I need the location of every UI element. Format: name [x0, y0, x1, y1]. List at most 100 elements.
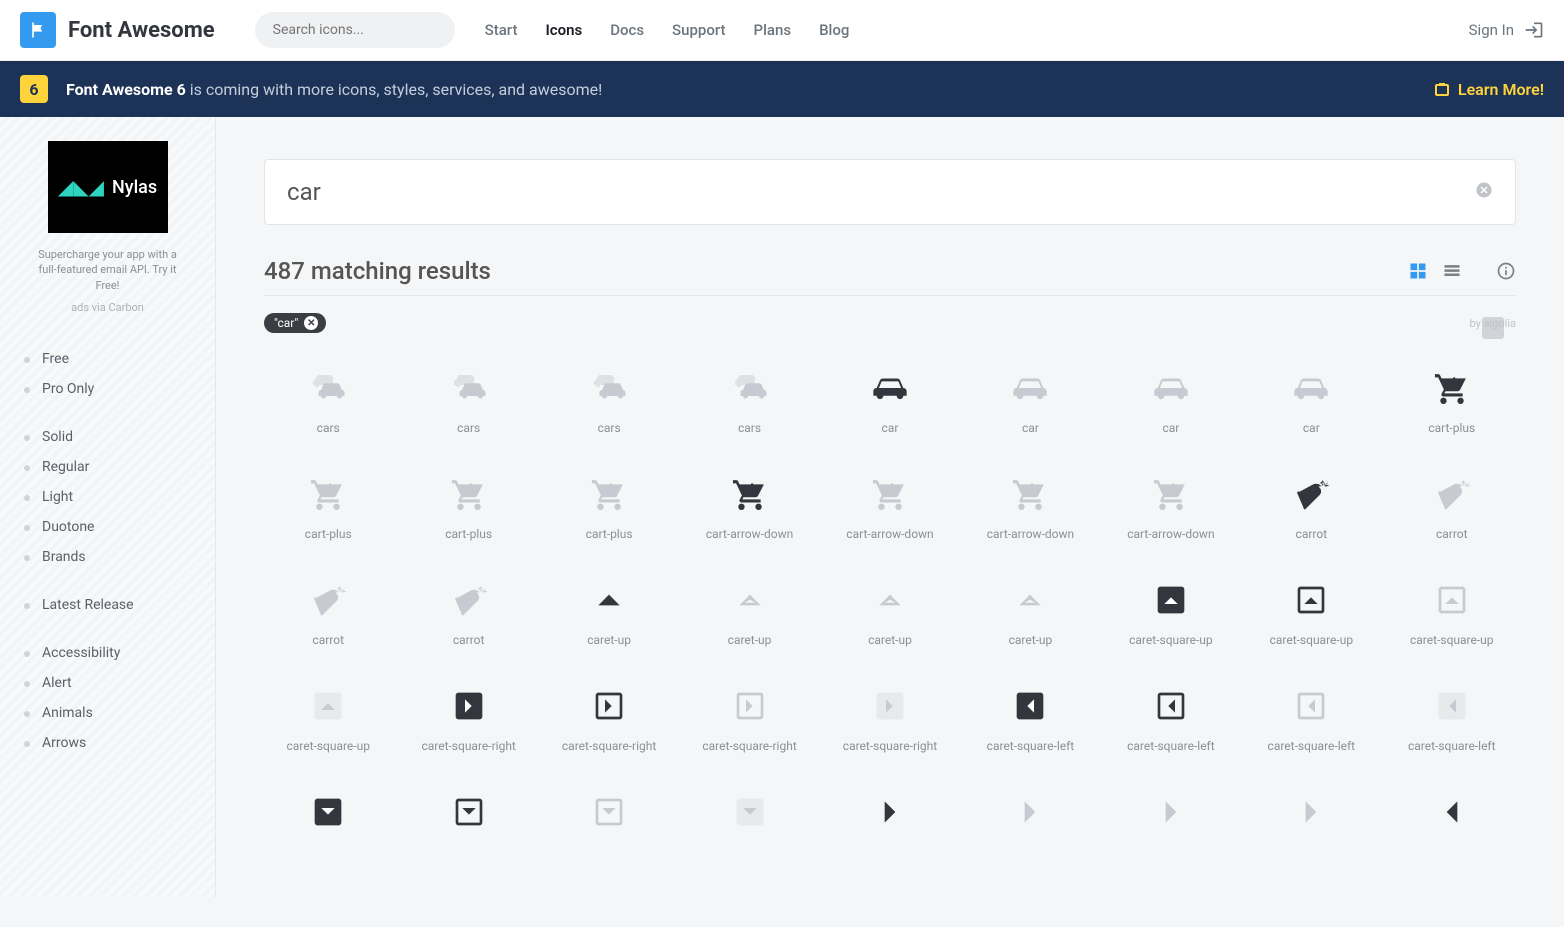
- icon-caret-square-up[interactable]: caret-square-up: [1247, 569, 1375, 657]
- icon-caret-square-left[interactable]: caret-square-left: [1107, 675, 1235, 763]
- icon-caret-square-left[interactable]: caret-square-left: [1388, 675, 1516, 763]
- icon-cart-arrow-down[interactable]: cart-arrow-down: [1107, 463, 1235, 551]
- banner-learn-more[interactable]: Learn More!: [1434, 80, 1544, 99]
- sponsor-ad[interactable]: ◢◣◢ Nylas: [48, 141, 168, 233]
- icon-caret-l[interactable]: [1388, 781, 1516, 855]
- icon-cart-arrow-down[interactable]: cart-arrow-down: [685, 463, 813, 551]
- icon-caret-square-up[interactable]: caret-square-up: [1107, 569, 1235, 657]
- icon-csq-d-f[interactable]: [685, 781, 813, 855]
- filter-tag[interactable]: "car" ✕: [264, 313, 326, 333]
- icon-csq-d[interactable]: [264, 781, 392, 855]
- icon-label: caret-square-left: [1251, 739, 1371, 753]
- nav-icons[interactable]: Icons: [545, 21, 582, 39]
- icon-search-input[interactable]: [287, 178, 1475, 206]
- icon-car[interactable]: car: [826, 357, 954, 445]
- icon-caret-square-right[interactable]: caret-square-right: [404, 675, 532, 763]
- icon-caret-r[interactable]: [1247, 781, 1375, 855]
- filter-animals[interactable]: Animals: [24, 698, 191, 728]
- icon-csq-d-o[interactable]: [404, 781, 532, 855]
- icon-caret-square-left[interactable]: caret-square-left: [966, 675, 1094, 763]
- csq-l-f-icon: [1392, 685, 1512, 727]
- caret-r-icon: [970, 791, 1090, 833]
- cart-plus-icon: [549, 473, 669, 515]
- icon-label: caret-square-up: [1392, 633, 1512, 647]
- list-view-icon[interactable]: [1442, 261, 1462, 281]
- icon-caret-r[interactable]: [1107, 781, 1235, 855]
- icon-caret-square-up[interactable]: caret-square-up: [1388, 569, 1516, 657]
- icon-cart-plus[interactable]: cart-plus: [404, 463, 532, 551]
- sponsor-via[interactable]: ads via Carbon: [0, 301, 215, 314]
- signin-link[interactable]: Sign In: [1469, 20, 1544, 40]
- icon-cars[interactable]: cars: [685, 357, 813, 445]
- icon-label: cart-plus: [549, 527, 669, 541]
- icon-cars[interactable]: cars: [264, 357, 392, 445]
- cart-arrow-icon: [689, 473, 809, 515]
- icon-carrot[interactable]: carrot: [1388, 463, 1516, 551]
- icon-search-box[interactable]: [264, 159, 1516, 225]
- icon-caret-square-right[interactable]: caret-square-right: [545, 675, 673, 763]
- nav-start[interactable]: Start: [485, 21, 518, 39]
- logo-icon[interactable]: [20, 12, 56, 48]
- header-search-input[interactable]: [273, 22, 451, 38]
- icon-caret-square-right[interactable]: caret-square-right: [685, 675, 813, 763]
- icon-car[interactable]: car: [1107, 357, 1235, 445]
- icon-caret-up[interactable]: caret-up: [545, 569, 673, 657]
- icon-cart-plus[interactable]: cart-plus: [545, 463, 673, 551]
- clear-search-icon[interactable]: [1475, 181, 1493, 204]
- filter-light[interactable]: Light: [24, 482, 191, 512]
- icon-cars[interactable]: cars: [545, 357, 673, 445]
- csq-d-o-icon: [408, 791, 528, 833]
- filter-pro-only[interactable]: Pro Only: [24, 374, 191, 404]
- filter-brands[interactable]: Brands: [24, 542, 191, 572]
- icon-caret-square-up[interactable]: caret-square-up: [264, 675, 392, 763]
- nav-blog[interactable]: Blog: [819, 21, 849, 39]
- filter-latest-release[interactable]: Latest Release: [24, 590, 191, 620]
- csq-l-icon: [970, 685, 1090, 727]
- icon-cart-plus[interactable]: cart-plus: [1388, 357, 1516, 445]
- icon-cart-plus[interactable]: cart-plus: [264, 463, 392, 551]
- nav-plans[interactable]: Plans: [754, 21, 792, 39]
- filter-accessibility[interactable]: Accessibility: [24, 638, 191, 668]
- caret-l-icon: [1392, 791, 1512, 833]
- caret-up-o-icon: [689, 579, 809, 621]
- icon-label: caret-square-right: [549, 739, 669, 753]
- filter-regular[interactable]: Regular: [24, 452, 191, 482]
- icon-caret-square-right[interactable]: caret-square-right: [826, 675, 954, 763]
- icon-label: cars: [408, 421, 528, 435]
- icon-label: caret-up: [830, 633, 950, 647]
- filter-arrows[interactable]: Arrows: [24, 728, 191, 758]
- nav-docs[interactable]: Docs: [610, 21, 644, 39]
- filter-free[interactable]: Free: [24, 344, 191, 374]
- icon-car[interactable]: car: [1247, 357, 1375, 445]
- sponsor-name: Nylas: [112, 177, 157, 198]
- cars-dual-icon: [408, 367, 528, 409]
- icon-caret-r[interactable]: [966, 781, 1094, 855]
- header-search[interactable]: [255, 12, 455, 48]
- cart-plus-icon: [408, 473, 528, 515]
- filter-tag-remove-icon[interactable]: ✕: [304, 316, 318, 330]
- icon-caret-up[interactable]: caret-up: [826, 569, 954, 657]
- icon-caret-square-left[interactable]: caret-square-left: [1247, 675, 1375, 763]
- icon-caret-up[interactable]: caret-up: [685, 569, 813, 657]
- icon-cart-arrow-down[interactable]: cart-arrow-down: [966, 463, 1094, 551]
- filter-alert[interactable]: Alert: [24, 668, 191, 698]
- icon-caret-r[interactable]: [826, 781, 954, 855]
- icon-label: cars: [268, 421, 388, 435]
- info-icon[interactable]: [1496, 261, 1516, 281]
- filter-solid[interactable]: Solid: [24, 422, 191, 452]
- icon-carrot[interactable]: carrot: [1247, 463, 1375, 551]
- filter-duotone[interactable]: Duotone: [24, 512, 191, 542]
- grid-view-icon[interactable]: [1408, 261, 1428, 281]
- icon-carrot[interactable]: carrot: [404, 569, 532, 657]
- nav-support[interactable]: Support: [672, 21, 725, 39]
- icon-cars[interactable]: cars: [404, 357, 532, 445]
- icon-caret-up[interactable]: caret-up: [966, 569, 1094, 657]
- icon-cart-arrow-down[interactable]: cart-arrow-down: [826, 463, 954, 551]
- icon-label: carrot: [1392, 527, 1512, 541]
- icon-carrot[interactable]: carrot: [264, 569, 392, 657]
- csq-r-o-icon: [689, 685, 809, 727]
- icon-csq-d-o[interactable]: [545, 781, 673, 855]
- icon-label: caret-square-up: [268, 739, 388, 753]
- icon-car[interactable]: car: [966, 357, 1094, 445]
- icon-label: caret-square-right: [830, 739, 950, 753]
